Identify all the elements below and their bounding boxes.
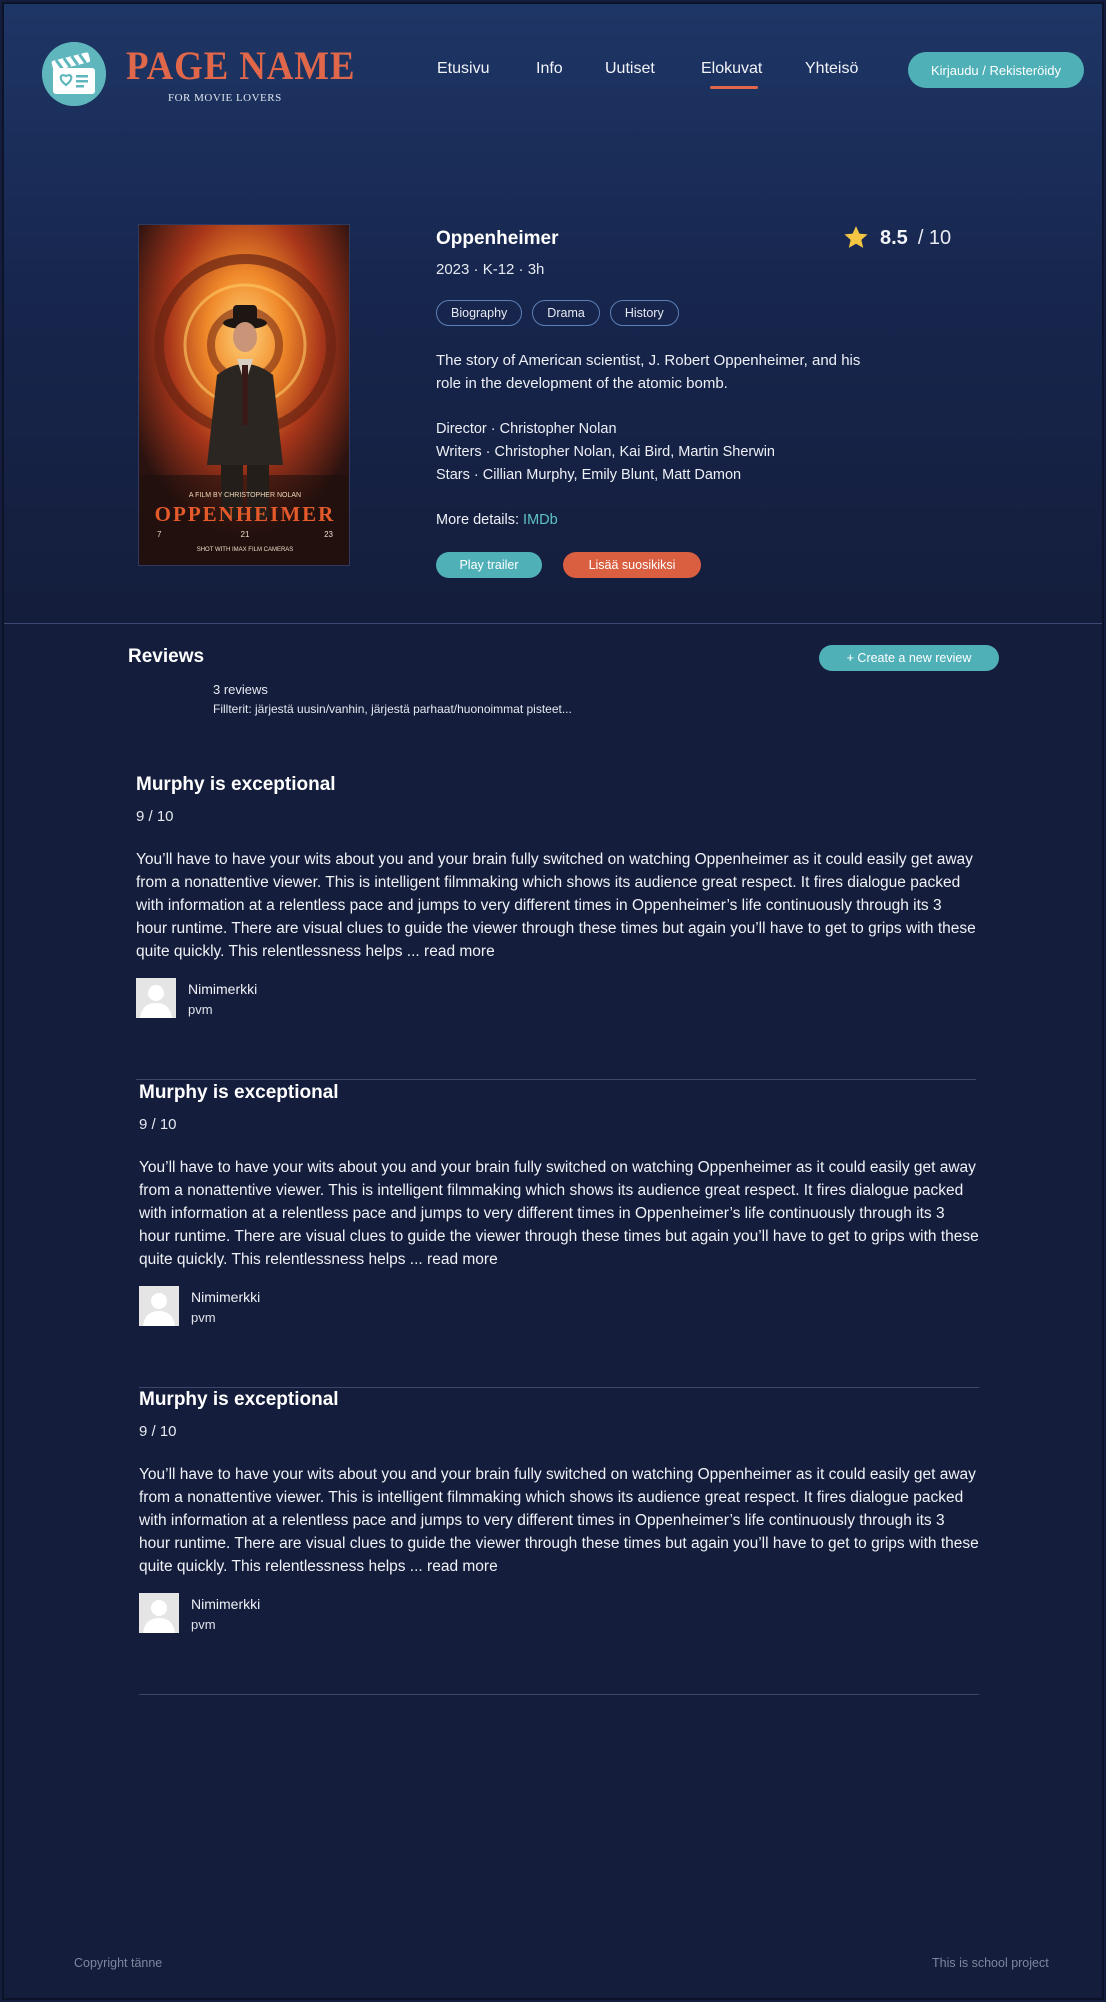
review-score: 9 / 10 bbox=[139, 1116, 177, 1133]
avatar[interactable] bbox=[139, 1593, 179, 1633]
avatar[interactable] bbox=[139, 1286, 179, 1326]
movie-title: Oppenheimer bbox=[436, 228, 559, 249]
review-filters[interactable]: Fillterit: järjestä uusin/vanhin, järjes… bbox=[213, 702, 572, 716]
director: Director · Christopher Nolan bbox=[436, 421, 617, 437]
review-body: You’ll have to have your wits about you … bbox=[139, 1156, 979, 1271]
review-card: Murphy is exceptional 9 / 10 You’ll have… bbox=[139, 1082, 979, 1388]
review-author[interactable]: Nimimerkki bbox=[188, 981, 257, 997]
genre-tag-drama[interactable]: Drama bbox=[532, 300, 600, 326]
review-score: 9 / 10 bbox=[139, 1423, 177, 1440]
movie-rating: 8.5 / 10 bbox=[842, 224, 951, 252]
read-more-link[interactable]: read more bbox=[424, 943, 495, 960]
poster-date-right: 23 bbox=[324, 530, 333, 539]
nav-uutiset[interactable]: Uutiset bbox=[605, 60, 655, 78]
review-text: You’ll have to have your wits about you … bbox=[139, 1159, 979, 1268]
review-score: 9 / 10 bbox=[136, 808, 174, 825]
avatar[interactable] bbox=[136, 978, 176, 1018]
page: PAGE NAME FOR MOVIE LOVERS Etusivu Info … bbox=[2, 2, 1104, 2000]
review-body: You’ll have to have your wits about you … bbox=[136, 848, 976, 963]
add-favorite-button[interactable]: Lisää suosikiksi bbox=[563, 552, 701, 578]
user-placeholder-icon bbox=[139, 1593, 179, 1633]
poster-date-mid: 21 bbox=[241, 530, 250, 539]
footer-copyright: Copyright tänne bbox=[74, 1956, 163, 1970]
nav-info[interactable]: Info bbox=[536, 60, 563, 78]
poster-date-left: 7 bbox=[157, 530, 162, 539]
review-count: 3 reviews bbox=[213, 682, 268, 697]
genre-tag-history[interactable]: History bbox=[609, 300, 679, 326]
review-date: pvm bbox=[191, 1617, 216, 1632]
read-more-link[interactable]: read more bbox=[427, 1558, 498, 1575]
stars: Stars · Cillian Murphy, Emily Blunt, Mat… bbox=[436, 467, 742, 483]
brand-tagline: FOR MOVIE LOVERS bbox=[168, 92, 282, 104]
movie-hero: PAGE NAME FOR MOVIE LOVERS Etusivu Info … bbox=[4, 4, 1102, 624]
poster-imax: SHOT WITH IMAX FILM CAMERAS bbox=[197, 547, 294, 553]
more-details-label: More details: bbox=[436, 512, 520, 528]
nav-elokuvat[interactable]: Elokuvat bbox=[701, 60, 762, 78]
reviews-heading: Reviews bbox=[128, 646, 205, 667]
review-date: pvm bbox=[191, 1310, 216, 1325]
genre-tag-biography[interactable]: Biography bbox=[436, 300, 523, 326]
create-review-button[interactable]: + Create a new review bbox=[819, 645, 999, 671]
movie-poster[interactable]: A FILM BY CHRISTOPHER NOLAN OPPENHEIMER … bbox=[138, 224, 350, 566]
movie-credits: Director · Christopher Nolan Writers · C… bbox=[436, 418, 775, 487]
review-author[interactable]: Nimimerkki bbox=[191, 1596, 260, 1612]
writers: Writers · Christopher Nolan, Kai Bird, M… bbox=[436, 444, 775, 460]
poster-title: OPPENHEIMER bbox=[155, 502, 336, 526]
footer-note: This is school project bbox=[932, 1956, 1049, 1970]
genre-tags: Biography Drama History bbox=[436, 300, 679, 326]
review-author[interactable]: Nimimerkki bbox=[191, 1289, 260, 1305]
user-placeholder-icon bbox=[136, 978, 176, 1018]
nav-etusivu[interactable]: Etusivu bbox=[437, 60, 489, 78]
review-body: You’ll have to have your wits about you … bbox=[139, 1463, 979, 1578]
review-text: You’ll have to have your wits about you … bbox=[139, 1466, 979, 1575]
movie-meta: 2023 · K-12 · 3h bbox=[436, 261, 545, 278]
read-more-link[interactable]: read more bbox=[427, 1251, 498, 1268]
rating-max: / 10 bbox=[917, 226, 952, 249]
review-card: Murphy is exceptional 9 / 10 You’ll have… bbox=[136, 774, 976, 1080]
nav-yhteiso[interactable]: Yhteisö bbox=[805, 60, 858, 78]
poster-credits: A FILM BY CHRISTOPHER NOLAN bbox=[189, 492, 301, 499]
nav-active-indicator bbox=[710, 86, 758, 89]
review-card: Murphy is exceptional 9 / 10 You’ll have… bbox=[139, 1389, 979, 1695]
user-placeholder-icon bbox=[139, 1286, 179, 1326]
review-text: You’ll have to have your wits about you … bbox=[136, 851, 976, 960]
movie-synopsis: The story of American scientist, J. Robe… bbox=[436, 352, 861, 392]
imdb-link[interactable]: IMDb bbox=[523, 512, 558, 528]
star-icon bbox=[844, 226, 868, 248]
login-register-button[interactable]: Kirjaudu / Rekisteröidy bbox=[908, 52, 1084, 88]
review-title: Murphy is exceptional bbox=[139, 1082, 339, 1103]
rating-score: 8.5 bbox=[880, 226, 908, 249]
play-trailer-button[interactable]: Play trailer bbox=[436, 552, 542, 578]
review-title: Murphy is exceptional bbox=[139, 1389, 339, 1410]
review-date: pvm bbox=[188, 1002, 213, 1017]
more-details: More details: IMDb bbox=[436, 512, 558, 528]
review-title: Murphy is exceptional bbox=[136, 774, 336, 795]
